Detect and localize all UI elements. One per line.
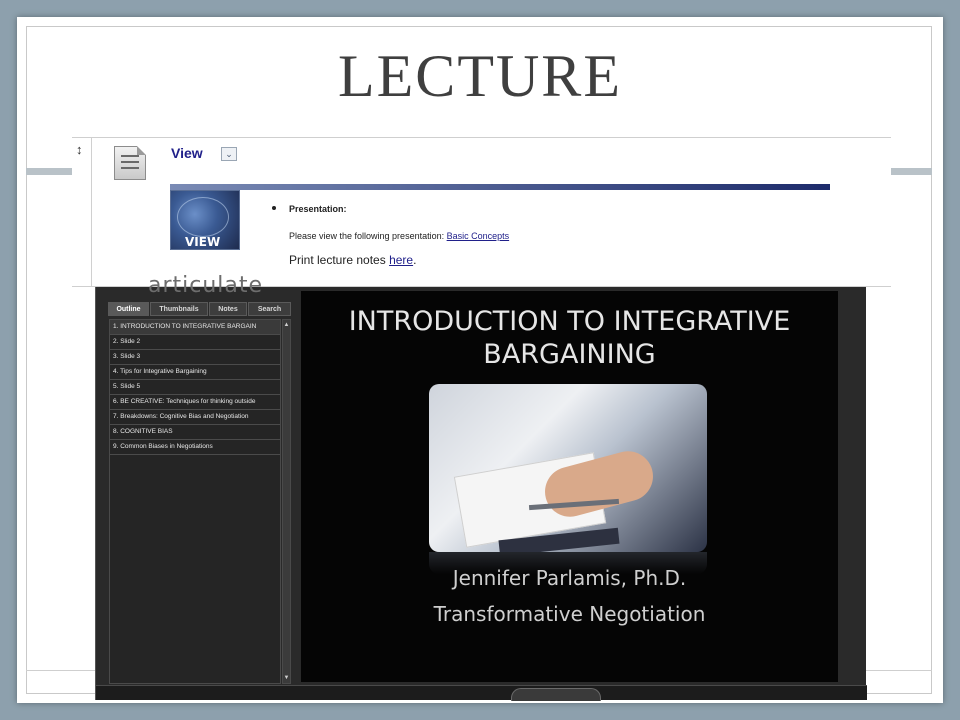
globe-icon [177,197,229,237]
presentation-line: Please view the following presentation: … [289,231,509,241]
document-icon [114,146,146,180]
slide-title: LECTURE [338,43,622,109]
scroll-down-icon[interactable]: ▼ [283,673,290,683]
presentation-text: Please view the following presentation: [289,231,445,241]
print-notes-link[interactable]: here [389,253,413,267]
tab-search[interactable]: Search [248,302,291,316]
print-notes-line: Print lecture notes here. [289,253,416,267]
resize-handle-icon[interactable]: ↕ [76,142,83,157]
outline-item-7[interactable]: 7. Breakdowns: Cognitive Bias and Negoti… [110,410,280,425]
header-bar [170,184,830,190]
presentation-label: Presentation: [289,204,347,214]
scroll-up-icon[interactable]: ▲ [283,320,290,330]
blackboard-view-panel: ↕ View ⌄ VIEW Presentation: Please view … [72,137,891,287]
outline-item-1[interactable]: 1. INTRODUCTION TO INTEGRATIVE BARGAIN [110,320,280,335]
tab-notes[interactable]: Notes [209,302,247,316]
outline-item-8[interactable]: 8. COGNITIVE BIAS [110,425,280,440]
print-text: Print lecture notes [289,253,386,267]
outline-item-2[interactable]: 2. Slide 2 [110,335,280,350]
stage-title: INTRODUCTION TO INTEGRATIVE BARGAINING [301,305,838,371]
bullet-icon [272,206,276,210]
player-controls [96,685,867,701]
presentation-player: articulate Outline Thumbnails Notes Sear… [95,273,867,701]
basic-concepts-link[interactable]: Basic Concepts [447,231,510,241]
player-brand: articulate [148,273,264,298]
outline-scrollbar[interactable]: ▲ ▼ [282,319,291,684]
stage-title-line-2: BARGAINING [483,339,656,370]
stage-org: Transformative Negotiation [433,602,706,626]
playback-control[interactable] [511,688,601,701]
tab-outline[interactable]: Outline [108,302,149,316]
sidebar-tabs: Outline Thumbnails Notes Search [108,302,291,316]
outline-item-3[interactable]: 3. Slide 3 [110,350,280,365]
stage-title-line-1: INTRODUCTION TO INTEGRATIVE [348,306,791,337]
thumbnail-label: VIEW [185,235,221,249]
outline-item-4[interactable]: 4. Tips for Integrative Bargaining [110,365,280,380]
outline-item-9[interactable]: 9. Common Biases in Negotiations [110,440,280,455]
slide-stage: INTRODUCTION TO INTEGRATIVE BARGAINING J… [301,291,838,682]
view-thumbnail[interactable]: VIEW [170,190,240,250]
tab-thumbnails[interactable]: Thumbnails [150,302,208,316]
double-chevron-down-icon[interactable]: ⌄ [221,147,237,161]
stage-author: Jennifer Parlamis, Ph.D. [452,566,687,590]
title-rule-right [890,168,932,175]
view-link[interactable]: View [171,145,203,161]
print-period: . [413,253,417,267]
panel-divider [91,138,92,286]
negotiation-photo [429,384,707,552]
outline-item-5[interactable]: 5. Slide 5 [110,380,280,395]
player-sidebar: Outline Thumbnails Notes Search 1. INTRO… [108,302,291,687]
outline-item-6[interactable]: 6. BE CREATIVE: Techniques for thinking … [110,395,280,410]
outline-list: 1. INTRODUCTION TO INTEGRATIVE BARGAIN 2… [109,319,281,684]
